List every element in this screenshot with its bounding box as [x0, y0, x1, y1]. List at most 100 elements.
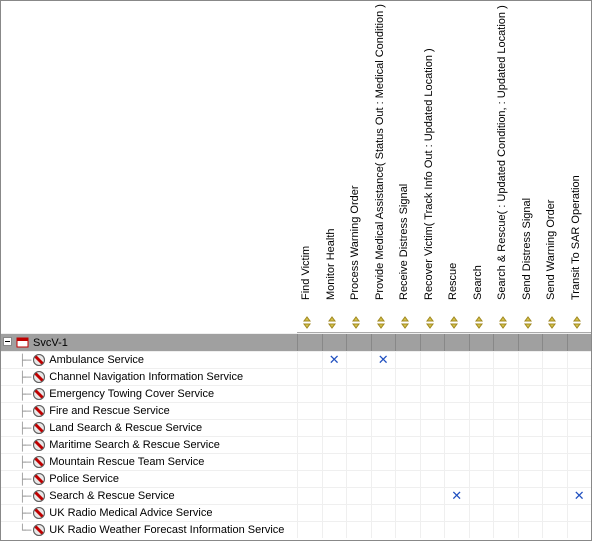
matrix-cell[interactable] [518, 454, 543, 470]
tree-row[interactable]: ├─Mountain Rescue Team Service [1, 453, 591, 470]
matrix-cell[interactable] [420, 488, 445, 504]
tree-row[interactable]: └─UK Radio Weather Forecast Information … [1, 521, 591, 538]
matrix-cell[interactable] [297, 420, 322, 436]
tree-row[interactable]: ├─Emergency Towing Cover Service [1, 385, 591, 402]
matrix-cell[interactable] [542, 488, 567, 504]
sort-icon[interactable] [301, 316, 315, 330]
matrix-cell[interactable] [346, 522, 371, 538]
matrix-cell[interactable] [346, 471, 371, 487]
matrix-cell[interactable] [420, 352, 445, 368]
matrix-cell[interactable] [395, 403, 420, 419]
matrix-cell[interactable] [420, 471, 445, 487]
matrix-cell[interactable] [395, 505, 420, 521]
matrix-cell[interactable] [322, 505, 347, 521]
matrix-cell[interactable] [346, 403, 371, 419]
matrix-cell[interactable] [469, 505, 494, 521]
sort-icon[interactable] [326, 316, 340, 330]
tree-root-row[interactable]: SvcV-1 [1, 333, 591, 351]
matrix-cell[interactable] [444, 386, 469, 402]
matrix-cell[interactable] [420, 369, 445, 385]
matrix-cell[interactable] [420, 522, 445, 538]
matrix-cell[interactable] [444, 505, 469, 521]
sort-icon[interactable] [375, 316, 389, 330]
matrix-cell[interactable] [493, 505, 518, 521]
matrix-cell[interactable] [518, 386, 543, 402]
matrix-cell[interactable] [444, 403, 469, 419]
matrix-cell[interactable] [395, 437, 420, 453]
tree-row[interactable]: ├─Search & Rescue Service✕✕ [1, 487, 591, 504]
tree-cell[interactable]: ├─Police Service [1, 472, 297, 486]
matrix-cell[interactable] [322, 386, 347, 402]
matrix-cell[interactable] [567, 352, 592, 368]
matrix-cell[interactable] [297, 437, 322, 453]
collapse-icon[interactable] [3, 337, 14, 348]
matrix-cell[interactable] [567, 386, 592, 402]
sort-icon[interactable] [350, 316, 364, 330]
tree-row[interactable]: ├─UK Radio Medical Advice Service [1, 504, 591, 521]
matrix-cell[interactable] [542, 505, 567, 521]
matrix-cell[interactable] [297, 352, 322, 368]
sort-icon[interactable] [448, 316, 462, 330]
matrix-cell[interactable] [420, 386, 445, 402]
matrix-cell[interactable] [322, 488, 347, 504]
tree-cell[interactable]: ├─Land Search & Rescue Service [1, 421, 297, 435]
matrix-cell[interactable] [346, 369, 371, 385]
matrix-cell[interactable] [542, 403, 567, 419]
tree-row[interactable]: ├─Ambulance Service ✕ ✕ [1, 351, 591, 368]
matrix-cell[interactable] [322, 522, 347, 538]
matrix-cell[interactable] [322, 454, 347, 470]
matrix-cell[interactable] [346, 386, 371, 402]
matrix-cell[interactable] [469, 420, 494, 436]
matrix-cell[interactable] [444, 437, 469, 453]
matrix-cell[interactable] [371, 437, 396, 453]
matrix-cell[interactable]: ✕ [371, 352, 396, 368]
matrix-cell[interactable] [395, 386, 420, 402]
matrix-cell[interactable] [542, 369, 567, 385]
matrix-cell[interactable] [297, 471, 322, 487]
matrix-cell[interactable] [346, 437, 371, 453]
matrix-cell[interactable] [371, 488, 396, 504]
tree-root-cell[interactable]: SvcV-1 [1, 336, 297, 350]
tree-cell[interactable]: ├─Channel Navigation Information Service [1, 370, 297, 384]
matrix-cell[interactable] [395, 454, 420, 470]
matrix-cell[interactable] [567, 454, 592, 470]
matrix-cell[interactable] [444, 454, 469, 470]
tree-cell[interactable]: ├─Emergency Towing Cover Service [1, 387, 297, 401]
sort-icon[interactable] [546, 316, 560, 330]
matrix-cell[interactable] [444, 420, 469, 436]
matrix-cell[interactable] [371, 369, 396, 385]
matrix-cell[interactable] [567, 522, 592, 538]
matrix-cell[interactable] [493, 403, 518, 419]
matrix-cell[interactable] [395, 488, 420, 504]
tree-row[interactable]: ├─Channel Navigation Information Service [1, 368, 591, 385]
matrix-cell[interactable] [542, 420, 567, 436]
tree-row[interactable]: ├─Fire and Rescue Service [1, 402, 591, 419]
matrix-cell[interactable] [567, 505, 592, 521]
matrix-cell[interactable] [567, 403, 592, 419]
matrix-cell[interactable] [518, 352, 543, 368]
tree-row[interactable]: ├─Land Search & Rescue Service [1, 419, 591, 436]
matrix-cell[interactable]: ✕ [322, 352, 347, 368]
matrix-cell[interactable] [493, 420, 518, 436]
matrix-cell[interactable] [469, 522, 494, 538]
matrix-cell[interactable] [420, 437, 445, 453]
matrix-cell[interactable] [493, 488, 518, 504]
matrix-cell[interactable] [420, 505, 445, 521]
tree-cell[interactable]: ├─Ambulance Service [1, 353, 297, 367]
matrix-cell[interactable] [542, 437, 567, 453]
matrix-cell[interactable] [346, 420, 371, 436]
matrix-cell[interactable] [469, 369, 494, 385]
matrix-cell[interactable] [493, 369, 518, 385]
matrix-cell[interactable] [395, 352, 420, 368]
tree-cell[interactable]: ├─Search & Rescue Service [1, 489, 297, 503]
matrix-cell[interactable] [518, 488, 543, 504]
tree-cell[interactable]: ├─Mountain Rescue Team Service [1, 455, 297, 469]
matrix-cell[interactable] [444, 369, 469, 385]
matrix-cell[interactable] [297, 522, 322, 538]
matrix-cell[interactable] [297, 488, 322, 504]
matrix-cell[interactable] [371, 454, 396, 470]
matrix-cell[interactable] [322, 369, 347, 385]
matrix-cell[interactable] [297, 386, 322, 402]
sort-icon[interactable] [571, 316, 585, 330]
matrix-cell[interactable] [518, 403, 543, 419]
